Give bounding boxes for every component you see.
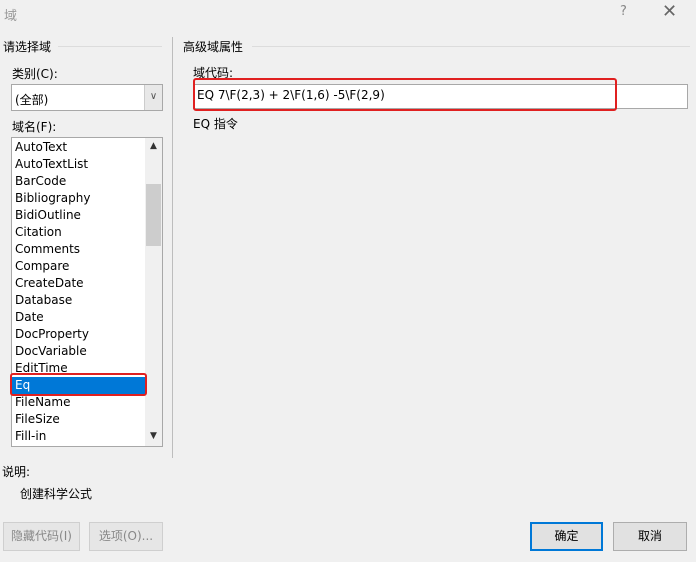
field-code-hint: EQ 指令 (193, 117, 238, 131)
category-label: 类别(C): (12, 67, 58, 81)
field-names-list[interactable]: AutoText AutoTextList BarCode Bibliography B… (11, 137, 163, 447)
list-item[interactable]: AutoTextList (15, 156, 145, 173)
close-icon[interactable]: ✕ (662, 1, 677, 22)
divider (58, 46, 162, 47)
options-button[interactable]: 选项(O)... (89, 522, 163, 551)
ok-button[interactable]: 确定 (530, 522, 603, 551)
description-text: 创建科学公式 (20, 487, 93, 501)
list-item[interactable]: Fill-in (15, 428, 145, 445)
list-item[interactable]: DocProperty (15, 326, 145, 343)
field-names-label: 域名(F): (12, 120, 57, 134)
chevron-down-icon[interactable]: ∨ (144, 85, 162, 110)
list-item[interactable]: DocVariable (15, 343, 145, 360)
divider (252, 46, 690, 47)
list-item[interactable]: Comments (15, 241, 145, 258)
list-item[interactable]: CreateDate (15, 275, 145, 292)
list-item[interactable]: FileName (15, 394, 145, 411)
scrollbar[interactable]: ▲ ▼ (145, 138, 162, 446)
list-item[interactable]: BidiOutline (15, 207, 145, 224)
description-label: 说明: (2, 465, 31, 479)
annotation-highlight-box (10, 373, 147, 396)
chevron-down-icon[interactable]: ▼ (145, 431, 162, 441)
list-item[interactable]: Citation (15, 224, 145, 241)
list-item[interactable]: Date (15, 309, 145, 326)
title-bar (0, 0, 696, 28)
list-item[interactable]: Bibliography (15, 190, 145, 207)
hide-codes-button[interactable]: 隐藏代码(I) (3, 522, 80, 551)
category-value: (全部) (15, 93, 49, 107)
annotation-highlight-box (193, 78, 617, 111)
help-button[interactable]: ? (620, 4, 627, 19)
scrollbar-thumb[interactable] (146, 184, 161, 246)
list-item[interactable]: Compare (15, 258, 145, 275)
cancel-button[interactable]: 取消 (613, 522, 687, 551)
dialog-title: 域 (4, 9, 18, 24)
list-item[interactable]: AutoText (15, 139, 145, 156)
list-item[interactable]: BarCode (15, 173, 145, 190)
divider (172, 37, 173, 458)
chevron-up-icon[interactable]: ▲ (145, 141, 162, 151)
advanced-properties-group-label: 高级域属性 (183, 40, 244, 54)
list-item[interactable]: Database (15, 292, 145, 309)
choose-field-group-label: 请选择域 (3, 40, 52, 54)
category-select[interactable]: (全部) ∨ (11, 84, 163, 111)
list-item[interactable]: FileSize (15, 411, 145, 428)
